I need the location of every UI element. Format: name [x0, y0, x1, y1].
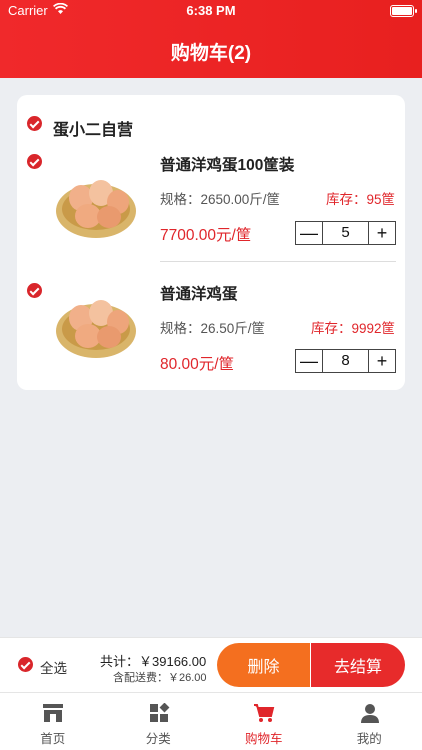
- total-price: 共计：￥39166.00: [100, 654, 207, 669]
- item-checkbox[interactable]: [27, 283, 42, 298]
- increase-button[interactable]: +: [369, 222, 395, 244]
- cart-icon: [254, 704, 275, 722]
- shipping-fee: 含配送费：￥26.00: [113, 672, 207, 684]
- quantity-input[interactable]: 8: [322, 350, 369, 372]
- item-price: 80.00元/筐: [160, 356, 235, 373]
- tab-home[interactable]: 首页: [0, 693, 106, 750]
- header: Carrier 6:38 PM 购物车(2): [0, 0, 422, 78]
- store-icon: [43, 704, 63, 722]
- quantity-input[interactable]: 5: [322, 222, 369, 244]
- tab-label: 购物车: [244, 732, 283, 746]
- store-checkbox[interactable]: [27, 116, 42, 131]
- quantity-stepper: — 8 +: [295, 349, 396, 373]
- clock: 6:38 PM: [186, 3, 236, 18]
- tab-label: 分类: [145, 732, 171, 746]
- item-price: 7700.00元/筐: [160, 227, 252, 244]
- status-bar: Carrier 6:38 PM: [0, 0, 422, 22]
- select-all-label[interactable]: 全选: [40, 657, 67, 677]
- page-title: 购物车(2): [170, 43, 252, 64]
- item-divider: [160, 261, 396, 262]
- tab-category[interactable]: 分类: [106, 693, 212, 750]
- checkout-button[interactable]: 去结算: [311, 643, 405, 687]
- decrease-button[interactable]: —: [296, 222, 322, 244]
- quantity-stepper: — 5 +: [295, 221, 396, 245]
- delete-button[interactable]: 删除: [217, 643, 310, 687]
- decrease-button[interactable]: —: [296, 350, 322, 372]
- tab-label: 我的: [356, 732, 382, 746]
- egg-basket-image: [56, 180, 136, 238]
- tab-cart[interactable]: 购物车: [211, 693, 317, 750]
- item-stock: 库存：9992筐: [310, 321, 395, 336]
- item-spec: 规格：2650.00斤/筐: [160, 192, 281, 207]
- category-icon: [149, 703, 169, 722]
- select-all-checkbox[interactable]: [18, 657, 33, 672]
- item-stock: 库存：95筐: [325, 192, 395, 207]
- tab-label: 首页: [40, 732, 66, 746]
- item-checkbox[interactable]: [27, 154, 42, 169]
- egg-basket-image: [56, 300, 136, 358]
- tab-profile[interactable]: 我的: [317, 693, 422, 750]
- battery-icon: [390, 5, 417, 17]
- item-spec: 规格：26.50斤/筐: [160, 321, 266, 336]
- store-name: 蛋小二自营: [53, 122, 134, 139]
- tab-bar: 首页 分类 购物车 我的: [0, 692, 422, 750]
- item-title[interactable]: 普通洋鸡蛋: [160, 282, 238, 304]
- increase-button[interactable]: +: [369, 350, 395, 372]
- user-icon: [360, 704, 379, 723]
- item-title[interactable]: 普通洋鸡蛋100筐装: [160, 153, 294, 175]
